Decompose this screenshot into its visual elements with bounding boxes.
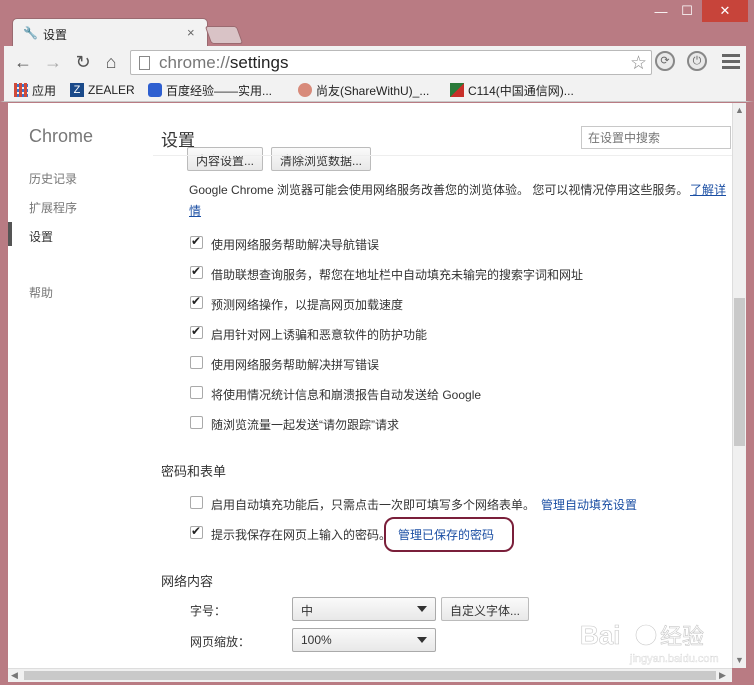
option-label: 随浏览流量一起发送“请勿跟踪”请求 (211, 418, 399, 432)
checkbox-nav-errors[interactable] (190, 234, 203, 249)
nav-item-settings[interactable]: 设置 (29, 228, 53, 245)
zoom-label: 网页缩放： (190, 635, 251, 649)
scroll-up-icon[interactable]: ▲ (735, 105, 744, 115)
bookmark-zealer[interactable]: Z ZEALER (70, 81, 135, 99)
nav-brand: Chrome (29, 126, 94, 146)
nav-item-history[interactable]: 历史记录 (29, 170, 77, 187)
page-icon (139, 56, 150, 70)
nav-selected-indicator (8, 222, 12, 246)
font-size-select[interactable]: 中 (292, 597, 436, 621)
save-passwords-label: 提示我保存在网页上输入的密码。 (211, 528, 392, 542)
title-bar: 🔧 设置 × — ☐ ✕ (0, 0, 754, 46)
maximize-button[interactable]: ☐ (674, 0, 700, 22)
bookmarks-bar: 应用 Z ZEALER 百度经验——实用... 尚友(ShareWithU)_.… (0, 78, 754, 102)
font-size-label: 字号： (190, 604, 227, 618)
highlight-annotation (384, 517, 514, 552)
nav-item-help[interactable]: 帮助 (29, 284, 53, 301)
baidu-paw-icon (148, 83, 162, 97)
chevron-down-icon (417, 637, 427, 643)
checkbox-spelling[interactable] (190, 356, 203, 369)
option-label: 使用网络服务帮助解决导航错误 (211, 238, 380, 252)
settings-main: 设置 内容设置... 清除浏览数据... Google Chrome 浏览器可能… (153, 103, 732, 668)
browser-toolbar: ← → ↻ ⌂ chrome://settings ☆ ⟳ ⏻ (0, 46, 754, 78)
tab-title: 设置 (43, 28, 68, 42)
sync-extension-icon[interactable]: ⟳ (655, 51, 675, 71)
horizontal-scroll-thumb[interactable] (24, 671, 716, 680)
learn-more-link-cont[interactable]: 情 (189, 202, 201, 219)
passwords-section-title: 密码和表单 (161, 464, 227, 479)
content-settings-button[interactable]: 内容设置... (187, 147, 264, 171)
reload-icon[interactable]: ↻ (72, 51, 94, 73)
zealer-icon: Z (70, 83, 84, 97)
horizontal-scrollbar[interactable]: ◀ ▶ (8, 668, 732, 682)
power-extension-icon[interactable]: ⏻ (687, 51, 707, 71)
learn-more-link[interactable]: 了解详 (690, 181, 726, 198)
scroll-right-icon[interactable]: ▶ (719, 670, 726, 681)
home-icon[interactable]: ⌂ (100, 51, 122, 73)
settings-tab[interactable]: 🔧 设置 × (12, 18, 208, 46)
option-label: 启用针对网上诱骗和恶意软件的防护功能 (211, 328, 428, 342)
close-window-button[interactable]: ✕ (702, 0, 748, 22)
minimize-button[interactable]: — (648, 0, 674, 22)
checkbox-usage-stats[interactable] (190, 386, 203, 399)
clear-browsing-data-button[interactable]: 清除浏览数据... (271, 147, 372, 171)
forward-arrow-icon[interactable]: → (42, 51, 64, 73)
bookmark-baidu-jingyan[interactable]: 百度经验——实用... (148, 81, 272, 99)
chrome-menu-icon[interactable] (722, 54, 740, 70)
option-label: 借助联想查询服务，帮您在地址栏中自动填充未输完的搜索字词和网址 (211, 268, 584, 282)
apps-grid-icon (14, 83, 28, 97)
bookmark-c114[interactable]: C114(中国通信网)... (450, 81, 574, 99)
checkbox-autofill[interactable] (190, 496, 203, 509)
back-arrow-icon[interactable]: ← (12, 51, 34, 73)
option-label: 使用网络服务帮助解决拼写错误 (211, 358, 380, 372)
bookmark-sharewithu[interactable]: 尚友(ShareWithU)_... (298, 81, 429, 99)
tab-close-icon[interactable]: × (187, 25, 195, 40)
checkbox-autocomplete[interactable] (190, 264, 203, 279)
checkbox-do-not-track[interactable] (190, 416, 203, 429)
chevron-down-icon (417, 606, 427, 612)
bookmark-star-icon[interactable]: ☆ (630, 52, 647, 75)
checkbox-prefetch[interactable] (190, 294, 203, 309)
checkbox-save-passwords[interactable] (190, 524, 203, 539)
settings-page: Chrome 历史记录 扩展程序 设置 帮助 设置 内容设置... 清除浏览数据… (8, 103, 732, 668)
new-tab-button[interactable] (204, 26, 244, 44)
sharewithu-icon (298, 83, 312, 97)
zoom-select[interactable]: 100% (292, 628, 436, 652)
settings-search-input[interactable] (581, 126, 731, 149)
c114-icon (450, 83, 464, 97)
wrench-icon: 🔧 (23, 26, 38, 40)
manage-autofill-link[interactable]: 管理自动填充设置 (541, 496, 637, 513)
address-bar[interactable]: chrome://settings ☆ (130, 50, 652, 75)
url-text: chrome://settings (159, 53, 289, 72)
scroll-left-icon[interactable]: ◀ (11, 670, 18, 681)
option-label: 将使用情况统计信息和崩溃报告自动发送给 Google (211, 388, 482, 402)
scroll-down-icon[interactable]: ▼ (735, 655, 744, 665)
header-divider (153, 155, 732, 156)
vertical-scroll-thumb[interactable] (734, 298, 745, 446)
privacy-note: Google Chrome 浏览器可能会使用网络服务改善您的浏览体验。 您可以视… (189, 183, 689, 197)
web-content-section-title: 网络内容 (161, 574, 214, 589)
custom-fonts-button[interactable]: 自定义字体... (441, 597, 530, 621)
vertical-scrollbar[interactable]: ▲ ▼ (732, 103, 746, 668)
option-label: 预测网络操作，以提高网页加载速度 (211, 298, 404, 312)
settings-nav: Chrome 历史记录 扩展程序 设置 帮助 (8, 103, 153, 668)
nav-item-extensions[interactable]: 扩展程序 (29, 199, 77, 216)
checkbox-phishing-protection[interactable] (190, 324, 203, 339)
autofill-label: 启用自动填充功能后，只需点击一次即可填写多个网络表单。 (211, 498, 536, 512)
bookmark-apps[interactable]: 应用 (14, 81, 56, 99)
